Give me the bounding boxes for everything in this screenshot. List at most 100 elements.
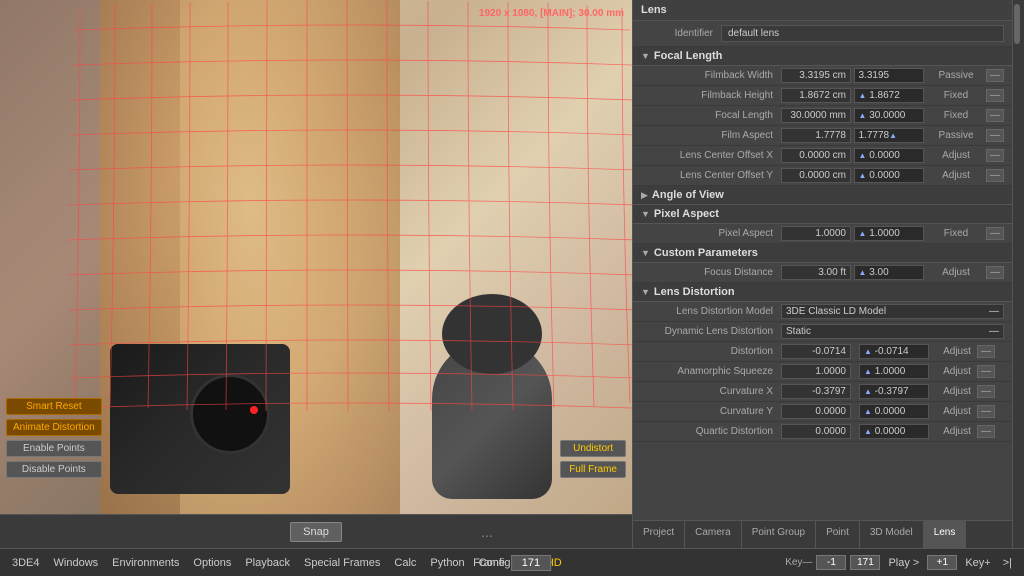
smart-reset-button[interactable]: Smart Reset [6,398,102,415]
plus-one-value[interactable]: +1 [927,555,957,570]
key-plus-button[interactable]: Key+ [961,557,994,569]
filmback-height-label: Filmback Height [641,90,781,101]
anamorphic-label: Anamorphic Squeeze [641,366,781,377]
lens-distortion-model-dropdown[interactable]: 3DE Classic LD Model — [781,304,1004,319]
panel-title: Lens [633,0,1012,21]
curvature-x-dash[interactable]: — [977,385,995,398]
film-aspect-value2: 1.7778 ▲ [854,128,924,143]
filmback-width-value2: 3.3195 [854,68,924,83]
tab-point-group[interactable]: Point Group [742,521,816,548]
play-button[interactable]: Play > [884,557,923,569]
viewport-bottom-bar: Snap ... [0,514,632,548]
filmback-width-mode: Passive [926,70,986,81]
focus-distance-dash[interactable]: — [986,266,1004,279]
identifier-input[interactable] [721,25,1004,42]
anamorphic-row: Anamorphic Squeeze 1.0000 ▲ 1.0000 Adjus… [633,362,1012,382]
frame-display: Frame 171 [473,555,551,571]
bottom-bar: 3DE4 Windows Environments Options Playba… [0,548,1024,576]
pixel-aspect-label: Pixel Aspect [654,208,719,220]
pixel-aspect-dash[interactable]: — [986,227,1004,240]
scrollbar-thumb [1014,4,1020,44]
menu-playback[interactable]: Playback [241,557,294,569]
quartic-row: Quartic Distortion 0.0000 ▲ 0.0000 Adjus… [633,422,1012,442]
focus-distance-row: Focus Distance 3.00 ft ▲ 3.00 Adjust — [633,263,1012,283]
curvature-y-dash[interactable]: — [977,405,995,418]
menu-environments[interactable]: Environments [108,557,183,569]
menu-3de4[interactable]: 3DE4 [8,557,44,569]
frame-value[interactable]: 171 [511,555,551,571]
focal-length-row: Focal Length 30.0000 mm ▲ 30.0000 Fixed … [633,106,1012,126]
filmback-width-row: Filmback Width 3.3195 cm 3.3195 Passive … [633,66,1012,86]
lens-distortion-section[interactable]: ▼ Lens Distortion [633,283,1012,302]
snap-button[interactable]: Snap [290,522,342,542]
panel-scroll[interactable]: Identifier ▼ Focal Length Filmback Width… [633,21,1012,520]
menu-windows[interactable]: Windows [50,557,103,569]
menu-options[interactable]: Options [189,557,235,569]
full-frame-button[interactable]: Full Frame [560,461,626,478]
custom-params-section[interactable]: ▼ Custom Parameters [633,244,1012,263]
viewport-info: 1920 x 1080, [MAIN]; 30.00 mm [479,8,624,19]
dynamic-lens-dropdown[interactable]: Static — [781,324,1004,339]
pixel-aspect-row: Pixel Aspect 1.0000 ▲ 1.0000 Fixed — [633,224,1012,244]
dynamic-lens-label: Dynamic Lens Distortion [641,326,781,337]
quartic-dash[interactable]: — [977,425,995,438]
right-panel: Lens Identifier ▼ Focal Length [632,0,1012,548]
key-row: Key— -1 171 [785,555,880,570]
tab-point[interactable]: Point [816,521,860,548]
lens-center-y-label: Lens Center Offset Y [641,170,781,181]
distortion-row: Distortion -0.0714 ▲ -0.0714 Adjust — [633,342,1012,362]
focal-length-value1: 30.0000 mm [781,108,851,123]
film-aspect-label: Film Aspect [641,130,781,141]
tab-3d-model[interactable]: 3D Model [860,521,924,548]
filmback-width-value1: 3.3195 cm [781,68,851,83]
anamorphic-dash[interactable]: — [977,365,995,378]
focal-length-triangle: ▼ [641,51,650,61]
anamorphic-value2: ▲ 1.0000 [859,364,929,379]
tab-lens[interactable]: Lens [924,521,967,548]
menu-special-frames[interactable]: Special Frames [300,557,384,569]
chevron-end-button[interactable]: >| [999,557,1016,569]
focal-length-dash[interactable]: — [986,109,1004,122]
lens-center-y-row: Lens Center Offset Y 0.0000 cm ▲ 0.0000 … [633,166,1012,186]
distortion-dash[interactable]: — [977,345,995,358]
right-panel-container: Lens Identifier ▼ Focal Length [632,0,1024,548]
animate-distortion-button[interactable]: Animate Distortion [6,419,102,436]
curvature-y-mode: Adjust [937,406,977,417]
film-aspect-dash[interactable]: — [986,129,1004,142]
curvature-x-label: Curvature X [641,386,781,397]
viewport-canvas: 1920 x 1080, [MAIN]; 30.00 mm Smart Rese… [0,0,632,514]
curvature-y-label: Curvature Y [641,406,781,417]
tab-project[interactable]: Project [633,521,685,548]
disable-points-button[interactable]: Disable Points [6,461,102,478]
filmback-width-dash[interactable]: — [986,69,1004,82]
lens-center-x-dash[interactable]: — [986,149,1004,162]
menu-python[interactable]: Python [426,557,468,569]
lens-center-y-value2: ▲ 0.0000 [854,168,924,183]
lens-distortion-model-row: Lens Distortion Model 3DE Classic LD Mod… [633,302,1012,322]
lens-center-y-dash[interactable]: — [986,169,1004,182]
pixel-aspect-triangle: ▼ [641,209,650,219]
curvature-x-mode: Adjust [937,386,977,397]
angle-of-view-section[interactable]: ▶ Angle of View [633,186,1012,205]
viewport-area: 1920 x 1080, [MAIN]; 30.00 mm Smart Rese… [0,0,632,548]
key-frame-value[interactable]: 171 [850,555,880,570]
enable-points-button[interactable]: Enable Points [6,440,102,457]
lens-distortion-label: Lens Distortion [654,286,735,298]
pixel-aspect-section[interactable]: ▼ Pixel Aspect [633,205,1012,224]
angle-of-view-label: Angle of View [652,189,724,201]
viewport-left-buttons: Smart Reset Animate Distortion Enable Po… [6,398,102,478]
curvature-x-row: Curvature X -0.3797 ▲ -0.3797 Adjust — [633,382,1012,402]
dynamic-dropdown-arrow: — [989,326,999,337]
tab-camera[interactable]: Camera [685,521,742,548]
focus-distance-mode: Adjust [926,267,986,278]
viewport-right-buttons: Undistort Full Frame [560,440,626,478]
key-minus-value[interactable]: -1 [816,555,846,570]
menu-calc[interactable]: Calc [390,557,420,569]
focal-length-section[interactable]: ▼ Focal Length [633,47,1012,66]
undistort-button[interactable]: Undistort [560,440,626,457]
lens-center-x-row: Lens Center Offset X 0.0000 cm ▲ 0.0000 … [633,146,1012,166]
filmback-height-dash[interactable]: — [986,89,1004,102]
curvature-y-value2: ▲ 0.0000 [859,404,929,419]
right-scrollbar[interactable] [1012,0,1020,548]
distortion-label: Distortion [641,346,781,357]
